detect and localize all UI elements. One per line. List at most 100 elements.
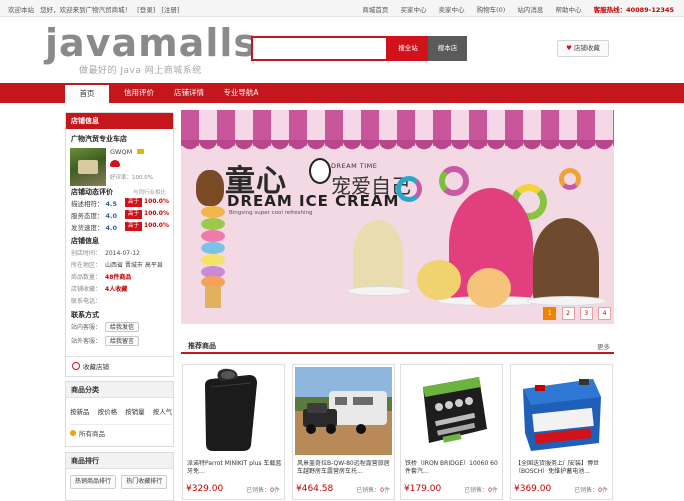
- score-row: 描述相符： 4.5 高于 100.0%: [71, 198, 171, 208]
- ranking-tabs: 热销商品排行 热门收藏排行: [70, 475, 170, 489]
- top-bar-right: 商城首页 买家中心 卖家中心 购物车(0) 站内消息 帮助中心 客服热线：400…: [352, 4, 674, 14]
- sort-popularity-link[interactable]: 按人气: [153, 408, 173, 416]
- tool-set-image: [403, 367, 500, 455]
- top-link-home[interactable]: 商城首页: [362, 6, 388, 14]
- product-name[interactable]: 派诺特Parrot MINIKIT plus 车载蓝牙免...: [187, 460, 283, 478]
- info-row: 所在地区： 山西省 晋城市 高平县: [71, 260, 163, 269]
- nav-item-professional[interactable]: 专业导航A: [216, 83, 266, 103]
- info-value: 2014-07-12: [105, 250, 140, 257]
- nav-item-home[interactable]: 首页: [65, 83, 109, 103]
- recommend-more-link[interactable]: 更多: [597, 341, 610, 351]
- caravan-image: [295, 367, 392, 455]
- score-value: 4.0: [105, 224, 118, 232]
- plate-image: [527, 296, 607, 306]
- shop-name[interactable]: 广物汽贸专业车店: [71, 134, 127, 144]
- score-label: 发货速度：: [71, 224, 104, 232]
- all-products-link[interactable]: 所有商品: [70, 424, 171, 442]
- product-image[interactable]: [513, 367, 610, 455]
- banner-page-3[interactable]: 3: [579, 307, 593, 320]
- top-link-seller[interactable]: 卖家中心: [439, 6, 465, 14]
- recommend-title: 推荐商品: [188, 342, 216, 350]
- product-image[interactable]: [403, 367, 500, 455]
- collect-shop-button[interactable]: 收藏店铺: [66, 356, 173, 376]
- logo-slogan: 做最好的 Java 网上商城系统: [79, 66, 202, 76]
- product-name[interactable]: 风景盖奇拉B-QW-80远程露营旅居车越野房车露营房车托...: [297, 460, 393, 478]
- product-card[interactable]: 铁桥（IRON BRIDGE）10060 60件套汽... ¥179.00 已销…: [400, 364, 503, 500]
- register-link[interactable]: [注册]: [161, 6, 179, 14]
- search-site-button[interactable]: 搜全站: [388, 36, 428, 61]
- tab-hot-favorites[interactable]: 热门收藏排行: [121, 475, 168, 489]
- plate-image: [347, 286, 411, 296]
- search-bar: 搜全站 搜本店: [251, 36, 467, 61]
- leave-message-button[interactable]: 给我留言: [105, 336, 140, 346]
- top-link-cart[interactable]: 购物车(0): [477, 6, 506, 14]
- compare-hint: 与同行业相比: [133, 190, 167, 196]
- promo-banner[interactable]: 童心 DREAM TIME 宠爱自己 DREAM ICE CREAM Bings…: [181, 110, 614, 324]
- top-link-help[interactable]: 帮助中心: [555, 6, 581, 14]
- sold-unit: 件: [383, 487, 390, 494]
- swirl-decoration: [559, 168, 581, 190]
- info-value: 4人收藏: [105, 286, 128, 293]
- all-products-label: 所有商品: [79, 430, 105, 438]
- swirl-decoration: [439, 166, 469, 196]
- info-label: 联系电话：: [71, 298, 102, 305]
- nav-item-credit[interactable]: 信用评价: [116, 83, 162, 103]
- ice-cream-scoop: [201, 230, 225, 242]
- ice-cream-ball: [417, 260, 461, 300]
- sold-unit: 件: [601, 487, 608, 494]
- send-message-button[interactable]: 给我发信: [105, 322, 140, 332]
- product-name[interactable]: 【全国送货服务上门安装】博世（BOSCH）免维护蓄电池...: [515, 460, 611, 478]
- sort-new-link[interactable]: 按新品: [70, 408, 90, 416]
- sort-sales-link[interactable]: 按销量: [125, 408, 145, 416]
- sold-label: 已销售：: [574, 487, 599, 494]
- score-row: 发货速度： 4.0 高于 100.0%: [71, 222, 171, 232]
- product-sold: 已销售：0件: [246, 485, 280, 494]
- product-price: ¥369.00: [514, 484, 552, 494]
- product-image[interactable]: [295, 367, 392, 455]
- product-image[interactable]: [185, 367, 282, 455]
- banner-page-1[interactable]: 1: [543, 307, 557, 320]
- ice-cream-scoop: [201, 254, 225, 266]
- main-nav: 首页 信用评价 店铺详情 专业导航A: [0, 83, 684, 103]
- product-name[interactable]: 铁桥（IRON BRIDGE）10060 60件套汽...: [405, 460, 501, 478]
- product-card[interactable]: 【全国送货服务上门安装】博世（BOSCH）免维护蓄电池... ¥369.00 已…: [510, 364, 613, 500]
- teddy-bear-image: [196, 170, 224, 206]
- score-percent: 100.0%: [144, 198, 169, 205]
- product-sold: 已销售：0件: [574, 485, 608, 494]
- shop-rating: 好评率：100.0%: [110, 175, 153, 181]
- girl-face-icon: [309, 158, 331, 184]
- score-percent: 100.0%: [144, 210, 169, 217]
- banner-pager: 1 2 3 4: [540, 307, 611, 320]
- shop-info-title: 店铺信息: [71, 237, 99, 245]
- banner-page-4[interactable]: 4: [598, 307, 611, 320]
- banner-tagline: Bingsing super cool refreshing: [229, 210, 313, 216]
- info-value: 48件商品: [105, 274, 132, 281]
- shaved-ice-image: [533, 218, 599, 302]
- contact-out-label: 站外客服：: [71, 338, 102, 345]
- tab-hot-sales[interactable]: 热销商品排行: [70, 475, 117, 489]
- search-shop-button[interactable]: 搜本店: [428, 36, 467, 61]
- heart-outline-icon: [72, 362, 80, 370]
- info-value: 山西省 晋城市 高平县: [105, 262, 163, 269]
- info-row: 店铺收藏： 4人收藏: [71, 284, 127, 293]
- score-value: 4.0: [105, 212, 118, 220]
- top-link-buyer[interactable]: 买家中心: [400, 6, 426, 14]
- site-logo[interactable]: javamalls 做最好的 Java 网上商城系统: [45, 24, 256, 76]
- top-link-messages[interactable]: 站内消息: [517, 6, 543, 14]
- info-label: 所在地区：: [71, 262, 102, 269]
- search-input[interactable]: [251, 36, 388, 61]
- contact-row-in: 站内客服： 给我发信: [71, 322, 140, 332]
- info-label: 商品数量：: [71, 274, 102, 281]
- sort-price-link[interactable]: 按价格: [98, 408, 118, 416]
- medal-icon: [110, 160, 120, 167]
- banner-dream-time: DREAM TIME: [331, 162, 378, 170]
- nav-item-shop-detail[interactable]: 店铺详情: [166, 83, 212, 103]
- favorite-shop-button[interactable]: ♥ 店铺收藏: [557, 40, 609, 57]
- bullet-icon: [70, 430, 76, 436]
- banner-page-2[interactable]: 2: [561, 307, 575, 320]
- login-link[interactable]: [登录]: [137, 6, 155, 14]
- sold-unit: 件: [273, 487, 280, 494]
- product-card[interactable]: 派诺特Parrot MINIKIT plus 车载蓝牙免... ¥329.00 …: [182, 364, 285, 500]
- product-card[interactable]: 风景盖奇拉B-QW-80远程露营旅居车越野房车露营房车托... ¥464.58 …: [292, 364, 395, 500]
- info-row: 创店时间： 2014-07-12: [71, 248, 140, 257]
